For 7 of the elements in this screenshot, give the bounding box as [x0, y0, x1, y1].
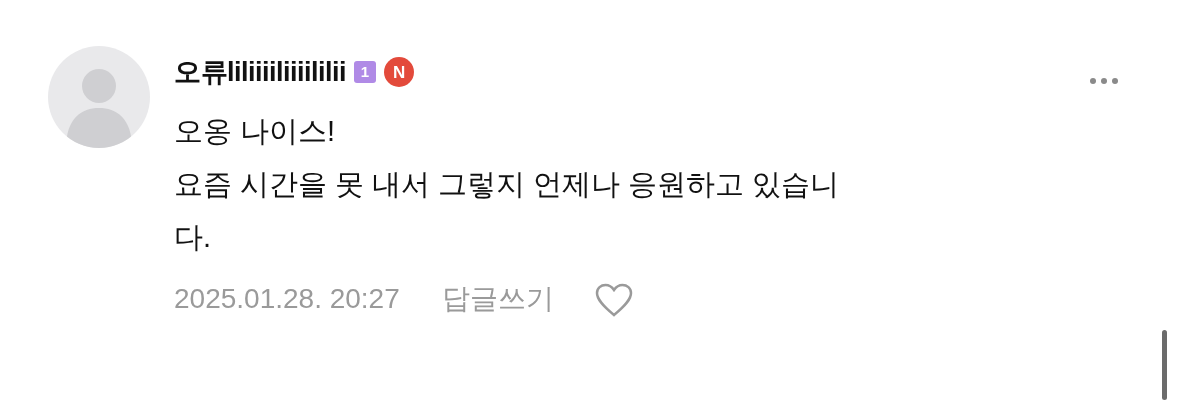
scrollbar[interactable] — [1162, 330, 1167, 400]
username[interactable]: 오류liliiiiliiiililii — [174, 52, 347, 93]
level-badge: 1 — [354, 61, 377, 84]
new-badge: N — [384, 57, 415, 88]
comment-date: 2025.01.28. 20:27 — [174, 281, 400, 316]
comment-text: 오옹 나이스! — [174, 113, 337, 149]
comment-text: 요즘 시간을 못 내서 그렇지 언제나 응원하고 있습니다. — [174, 166, 841, 255]
